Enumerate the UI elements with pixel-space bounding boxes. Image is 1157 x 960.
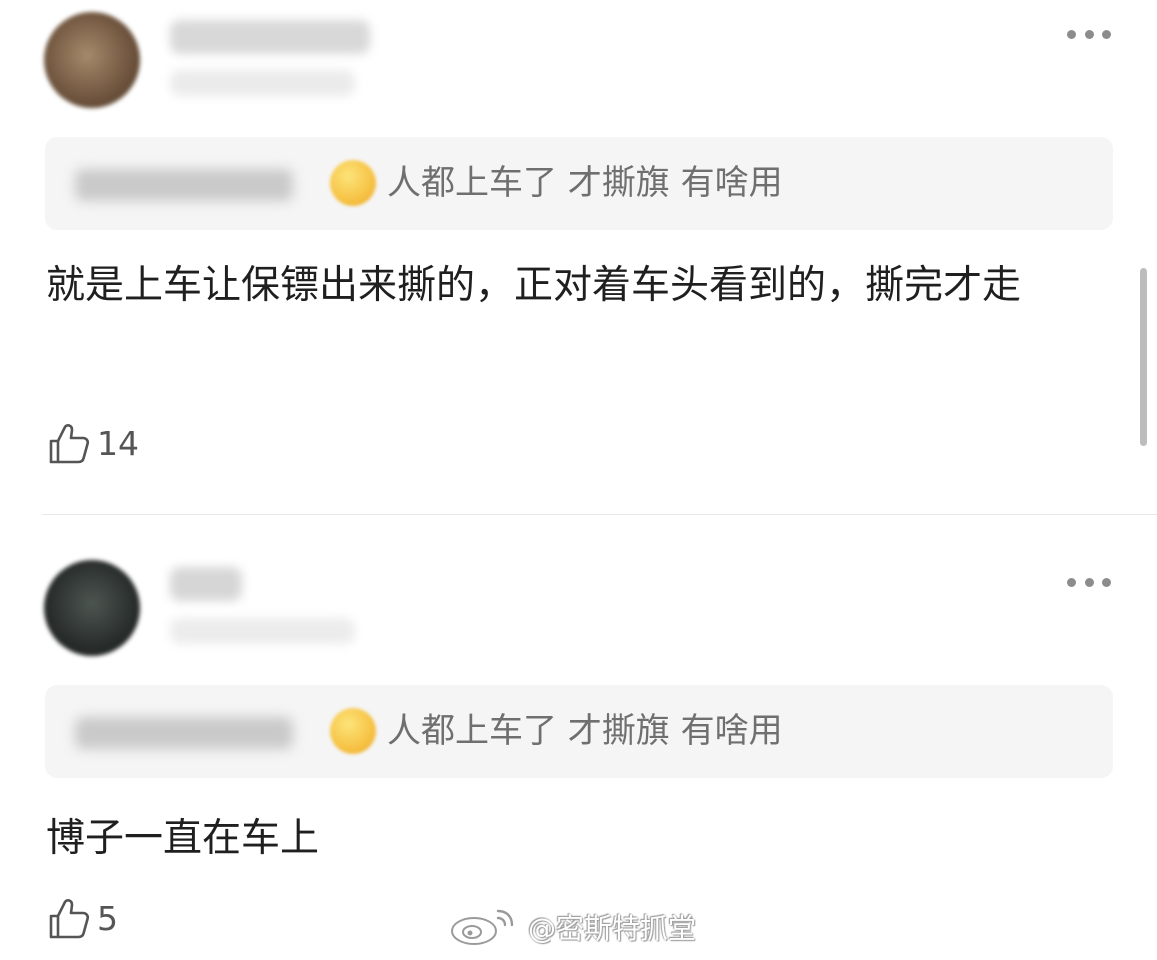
- comment-body: 博子一直在车上: [46, 816, 320, 861]
- like-count: 5: [97, 899, 118, 938]
- like-button[interactable]: 5: [47, 897, 118, 941]
- quoted-username-blurred: [75, 169, 293, 201]
- quoted-reply[interactable]: 人都上车了 才撕旗 有啥用: [45, 137, 1113, 230]
- timestamp-blurred: [170, 618, 355, 644]
- more-options-icon[interactable]: [1067, 576, 1111, 588]
- quoted-text: 人都上车了 才撕旗 有啥用: [387, 711, 783, 751]
- like-button[interactable]: 14: [47, 422, 139, 466]
- username-blurred[interactable]: [170, 20, 370, 54]
- quoted-username-blurred: [75, 717, 293, 749]
- comment-body: 就是上车让保镖出来撕的，正对着车头看到的，撕完才走: [46, 263, 1022, 308]
- watermark: @密斯特抓堂: [446, 906, 696, 948]
- comment-item: 人都上车了 才撕旗 有啥用 就是上车让保镖出来撕的，正对着车头看到的，撕完才走 …: [0, 0, 1157, 515]
- quoted-text: 人都上车了 才撕旗 有啥用: [387, 163, 783, 203]
- avatar[interactable]: [44, 12, 140, 108]
- watermark-text: @密斯特抓堂: [528, 912, 697, 945]
- comment-item: 人都上车了 才撕旗 有啥用 博子一直在车上 5: [0, 515, 1157, 960]
- weibo-logo-icon: [451, 909, 514, 945]
- scrollbar[interactable]: [1140, 268, 1147, 446]
- crying-emoji-icon: [330, 160, 376, 206]
- comment-feed: 人都上车了 才撕旗 有啥用 就是上车让保镖出来撕的，正对着车头看到的，撕完才走 …: [0, 0, 1157, 960]
- thumbs-up-icon: [49, 424, 90, 464]
- crying-emoji-icon: [330, 708, 376, 754]
- like-count: 14: [97, 424, 139, 463]
- timestamp-blurred: [170, 70, 355, 96]
- quoted-reply[interactable]: 人都上车了 才撕旗 有啥用: [45, 685, 1113, 778]
- more-options-icon[interactable]: [1067, 28, 1111, 40]
- avatar[interactable]: [44, 560, 140, 656]
- username-blurred[interactable]: [170, 567, 242, 601]
- thumbs-up-icon: [49, 899, 90, 939]
